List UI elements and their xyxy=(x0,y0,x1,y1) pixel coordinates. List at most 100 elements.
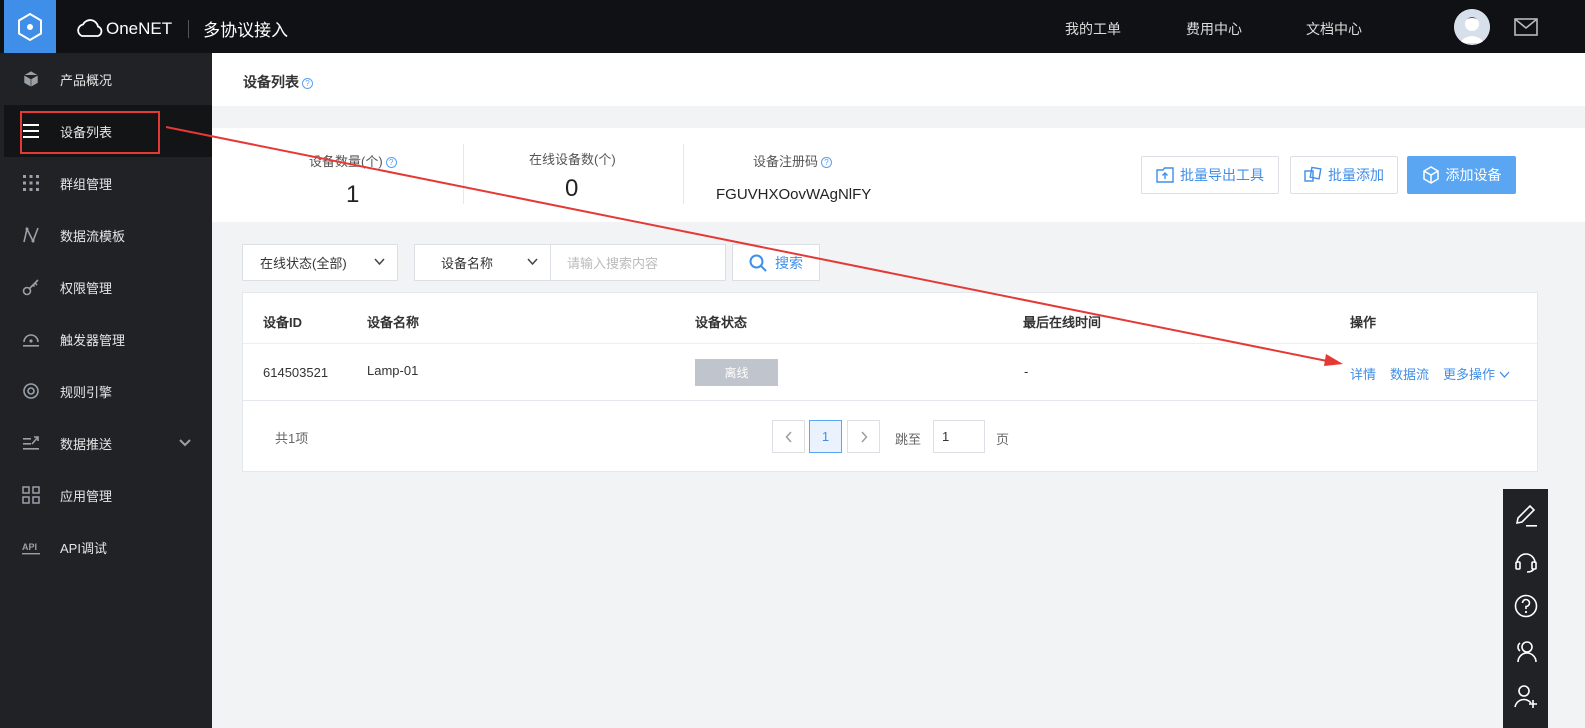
status-filter-select[interactable]: 在线状态(全部) xyxy=(242,244,398,281)
push-icon xyxy=(23,436,39,450)
sidebar-item-permission[interactable]: 权限管理 xyxy=(4,261,212,313)
more-actions-link[interactable]: 更多操作 xyxy=(1443,364,1510,383)
svg-text:API: API xyxy=(22,542,37,552)
folder-export-icon xyxy=(1156,167,1174,183)
chevron-down-icon xyxy=(1499,371,1510,378)
search-button-label: 搜索 xyxy=(775,254,803,271)
device-count-label: 设备数量(个)? xyxy=(309,151,397,170)
col-device-name: 设备名称 xyxy=(367,315,420,330)
online-count-value: 0 xyxy=(565,175,579,202)
community-icon[interactable] xyxy=(1513,638,1539,664)
status-badge: 离线 xyxy=(695,359,778,386)
avatar[interactable] xyxy=(1454,9,1490,45)
edit-icon[interactable] xyxy=(1513,503,1539,529)
stat-divider xyxy=(463,144,464,204)
grid-dots-icon xyxy=(23,175,39,191)
device-id-cell: 614503521 xyxy=(263,365,329,380)
add-user-icon[interactable] xyxy=(1513,683,1539,709)
sidebar-item-product-overview[interactable]: 产品概况 xyxy=(4,53,212,105)
nav-billing[interactable]: 费用中心 xyxy=(1186,19,1242,39)
sidebar-item-label: 产品概况 xyxy=(60,72,113,88)
batch-export-button[interactable]: 批量导出工具 xyxy=(1141,156,1279,194)
col-device-status: 设备状态 xyxy=(695,315,748,330)
user-avatar-icon xyxy=(1454,9,1490,45)
headset-icon[interactable] xyxy=(1513,548,1539,574)
search-icon xyxy=(749,254,767,272)
logo[interactable] xyxy=(4,0,56,53)
rule-icon xyxy=(23,383,39,399)
mail-icon[interactable] xyxy=(1514,18,1538,41)
page-header: 设备列表? xyxy=(212,53,1585,106)
table-row: 614503521 Lamp-01 离线 - 详情 数据流 更多操作 xyxy=(243,344,1537,401)
help-icon[interactable]: ? xyxy=(821,157,833,169)
device-count-value: 1 xyxy=(346,181,360,208)
jump-page-input[interactable]: 1 xyxy=(933,420,985,453)
apps-icon xyxy=(22,486,40,504)
reg-code-label: 设备注册码? xyxy=(753,151,833,170)
jump-label: 跳至 xyxy=(895,432,922,447)
next-page-button[interactable] xyxy=(847,420,880,453)
sidebar-item-api-debug[interactable]: API API调试 xyxy=(4,521,212,573)
page-title: 设备列表? xyxy=(243,72,313,92)
sidebar-item-label: 数据推送 xyxy=(60,436,113,452)
col-last-online: 最后在线时间 xyxy=(1023,315,1102,330)
cloud-icon xyxy=(77,18,103,37)
help-icon[interactable]: ? xyxy=(302,77,313,89)
chevron-down-icon xyxy=(374,258,385,266)
search-button[interactable]: 搜索 xyxy=(732,244,820,281)
curve-icon xyxy=(23,226,39,243)
page-number-button[interactable]: 1 xyxy=(809,420,842,453)
more-actions-label: 更多操作 xyxy=(1443,367,1496,382)
reg-code-value: FGUVHXOovWAgNlFY xyxy=(716,186,872,203)
sidebar-item-datastream-template[interactable]: 数据流模板 xyxy=(4,209,212,261)
add-device-button[interactable]: 添加设备 xyxy=(1407,156,1516,194)
sidebar-item-label: 数据流模板 xyxy=(60,228,126,244)
sidebar-item-trigger[interactable]: 触发器管理 xyxy=(4,313,212,365)
chevron-right-icon xyxy=(860,431,867,442)
batch-add-button[interactable]: 批量添加 xyxy=(1290,156,1398,194)
cube-add-icon xyxy=(1422,166,1439,184)
search-field-select[interactable]: 设备名称 xyxy=(414,244,551,281)
top-bar: OneNET 多协议接入 我的工单 费用中心 文档中心 xyxy=(0,0,1585,53)
add-device-label: 添加设备 xyxy=(1445,167,1502,183)
product-subtitle[interactable]: 多协议接入 xyxy=(203,16,288,41)
sidebar-item-label: 群组管理 xyxy=(60,176,113,192)
annotation-highlight-box xyxy=(20,111,160,154)
chevron-left-icon xyxy=(785,431,792,442)
brand-divider xyxy=(188,19,190,38)
datastream-link[interactable]: 数据流 xyxy=(1390,364,1429,383)
sidebar-item-label: 规则引擎 xyxy=(60,384,113,400)
chevron-down-icon[interactable] xyxy=(178,436,192,450)
trigger-icon xyxy=(23,334,39,347)
reg-code-label-text: 设备注册码 xyxy=(753,154,819,169)
brand-name: OneNET xyxy=(106,18,173,38)
help-icon[interactable]: ? xyxy=(385,157,397,169)
sidebar-item-app-management[interactable]: 应用管理 xyxy=(4,469,212,521)
brand: OneNET 多协议接入 xyxy=(74,16,288,41)
sidebar-item-label: 应用管理 xyxy=(60,488,113,504)
device-stats-panel: 设备数量(个)? 1 在线设备数(个) 0 设备注册码? FGUVHXOovWA… xyxy=(212,128,1585,222)
sidebar-item-data-push[interactable]: 数据推送 xyxy=(4,417,212,469)
prev-page-button[interactable] xyxy=(772,420,805,453)
cube-icon xyxy=(23,70,39,88)
sidebar-item-label: 触发器管理 xyxy=(60,332,126,348)
api-icon: API xyxy=(22,542,40,555)
col-operations: 操作 xyxy=(1350,315,1377,330)
search-field-value: 设备名称 xyxy=(441,256,494,271)
sidebar-item-label: API调试 xyxy=(60,540,107,556)
sidebar-item-rule-engine[interactable]: 规则引擎 xyxy=(4,365,212,417)
nav-my-tickets[interactable]: 我的工单 xyxy=(1065,19,1121,39)
sidebar-item-group-management[interactable]: 群组管理 xyxy=(4,157,212,209)
last-online-cell: - xyxy=(1024,364,1029,379)
question-icon[interactable] xyxy=(1513,593,1539,619)
nav-docs[interactable]: 文档中心 xyxy=(1306,19,1362,39)
total-count: 共1项 xyxy=(275,431,309,446)
device-count-label-text: 设备数量(个) xyxy=(309,154,383,169)
search-input[interactable]: 请输入搜索内容 xyxy=(550,244,726,281)
status-filter-value: 在线状态(全部) xyxy=(260,256,347,271)
detail-link[interactable]: 详情 xyxy=(1350,364,1376,383)
batch-export-label: 批量导出工具 xyxy=(1180,167,1264,183)
col-device-id: 设备ID xyxy=(263,315,303,330)
page-unit-label: 页 xyxy=(996,432,1010,447)
chevron-down-icon xyxy=(527,258,538,266)
